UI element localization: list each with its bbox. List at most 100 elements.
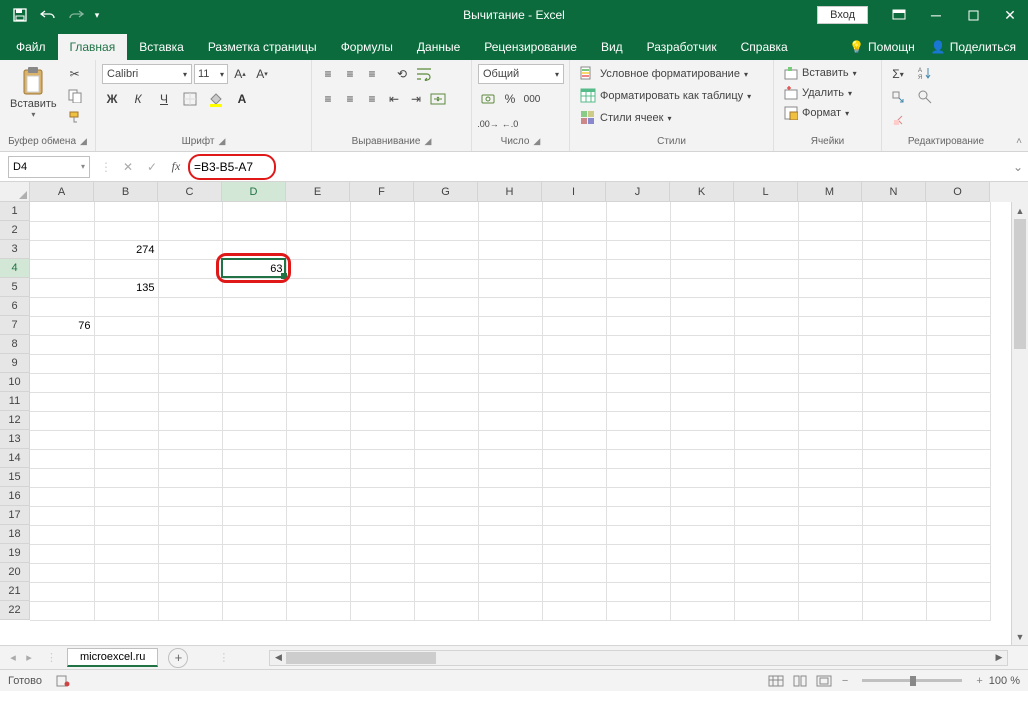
scroll-up-icon[interactable]: ▲: [1012, 202, 1028, 219]
cell[interactable]: [414, 259, 478, 278]
cell[interactable]: [222, 582, 286, 601]
cell[interactable]: [862, 525, 926, 544]
login-button[interactable]: Вход: [817, 6, 868, 24]
cell[interactable]: [478, 335, 542, 354]
cell[interactable]: [414, 316, 478, 335]
cell[interactable]: [30, 525, 94, 544]
autosum-icon[interactable]: Σ▾: [888, 64, 908, 84]
cell[interactable]: [286, 487, 350, 506]
cell[interactable]: [606, 354, 670, 373]
cell[interactable]: [862, 335, 926, 354]
cell[interactable]: [606, 316, 670, 335]
cell[interactable]: [734, 221, 798, 240]
cell[interactable]: [286, 544, 350, 563]
zoom-level[interactable]: 100 %: [989, 675, 1020, 687]
cancel-formula-icon[interactable]: ✕: [116, 156, 140, 178]
cell[interactable]: [606, 202, 670, 221]
row-header[interactable]: 12: [0, 411, 30, 430]
cell[interactable]: [286, 335, 350, 354]
row-header[interactable]: 1: [0, 202, 30, 221]
scroll-down-icon[interactable]: ▼: [1012, 628, 1028, 645]
cell[interactable]: [798, 544, 862, 563]
cell[interactable]: [414, 487, 478, 506]
cell[interactable]: [862, 582, 926, 601]
cell[interactable]: [862, 354, 926, 373]
cell[interactable]: [30, 563, 94, 582]
align-center-icon[interactable]: ≡: [340, 89, 360, 109]
cell[interactable]: [414, 506, 478, 525]
cell[interactable]: [670, 506, 734, 525]
cell[interactable]: [734, 468, 798, 487]
cell[interactable]: [478, 259, 542, 278]
cell[interactable]: [94, 468, 158, 487]
cell[interactable]: [30, 487, 94, 506]
column-header[interactable]: A: [30, 182, 94, 202]
cell[interactable]: [350, 202, 414, 221]
cell[interactable]: [862, 240, 926, 259]
cell[interactable]: [926, 221, 990, 240]
align-top-icon[interactable]: ≡: [318, 64, 338, 84]
cell[interactable]: [94, 316, 158, 335]
cell[interactable]: [734, 335, 798, 354]
increase-font-icon[interactable]: A▴: [230, 64, 250, 84]
cell[interactable]: [606, 563, 670, 582]
cell[interactable]: [606, 506, 670, 525]
cell[interactable]: [478, 601, 542, 620]
cell[interactable]: [798, 506, 862, 525]
cell[interactable]: [798, 563, 862, 582]
row-header[interactable]: 21: [0, 582, 30, 601]
row-header[interactable]: 3: [0, 240, 30, 259]
column-header[interactable]: J: [606, 182, 670, 202]
tab-insert[interactable]: Вставка: [127, 34, 196, 60]
undo-icon[interactable]: [36, 3, 60, 27]
cell[interactable]: [606, 525, 670, 544]
dialog-launcher-icon[interactable]: ◢: [218, 136, 225, 147]
qat-customize-icon[interactable]: ▾: [92, 3, 102, 27]
orientation-icon[interactable]: ⟲: [392, 64, 412, 84]
tab-view[interactable]: Вид: [589, 34, 635, 60]
currency-icon[interactable]: [478, 89, 498, 109]
row-header[interactable]: 8: [0, 335, 30, 354]
cell[interactable]: 135: [94, 278, 158, 297]
cell[interactable]: [222, 430, 286, 449]
format-as-table-button[interactable]: Форматировать как таблицу▾: [576, 86, 755, 106]
cell[interactable]: [158, 354, 222, 373]
column-header[interactable]: D: [222, 182, 286, 202]
new-sheet-button[interactable]: +: [168, 648, 188, 668]
wrap-text-icon[interactable]: [414, 64, 434, 84]
cell[interactable]: [286, 297, 350, 316]
cell[interactable]: [94, 354, 158, 373]
percent-icon[interactable]: %: [500, 89, 520, 109]
tab-developer[interactable]: Разработчик: [635, 34, 729, 60]
cell[interactable]: [542, 430, 606, 449]
cell[interactable]: [798, 354, 862, 373]
cell[interactable]: [286, 525, 350, 544]
cell[interactable]: [414, 601, 478, 620]
row-header[interactable]: 11: [0, 392, 30, 411]
cell[interactable]: [414, 297, 478, 316]
horizontal-scrollbar[interactable]: ◀ ▶: [269, 650, 1008, 666]
cell[interactable]: [158, 240, 222, 259]
cell[interactable]: [350, 297, 414, 316]
cell[interactable]: [222, 297, 286, 316]
cell[interactable]: [862, 278, 926, 297]
cell[interactable]: [222, 202, 286, 221]
insert-function-icon[interactable]: fx: [164, 156, 188, 178]
cell[interactable]: [286, 221, 350, 240]
cell[interactable]: [350, 259, 414, 278]
format-painter-icon[interactable]: [65, 108, 85, 128]
cell[interactable]: [286, 278, 350, 297]
cell[interactable]: [734, 525, 798, 544]
cell[interactable]: [350, 354, 414, 373]
cell[interactable]: [414, 411, 478, 430]
cell[interactable]: [414, 240, 478, 259]
cell[interactable]: [670, 544, 734, 563]
cell[interactable]: [670, 240, 734, 259]
number-format-select[interactable]: Общий▾: [478, 64, 564, 84]
cell[interactable]: [670, 411, 734, 430]
cell[interactable]: [286, 468, 350, 487]
cell[interactable]: [670, 297, 734, 316]
cell[interactable]: [734, 601, 798, 620]
cell[interactable]: [926, 259, 990, 278]
cell[interactable]: [862, 468, 926, 487]
